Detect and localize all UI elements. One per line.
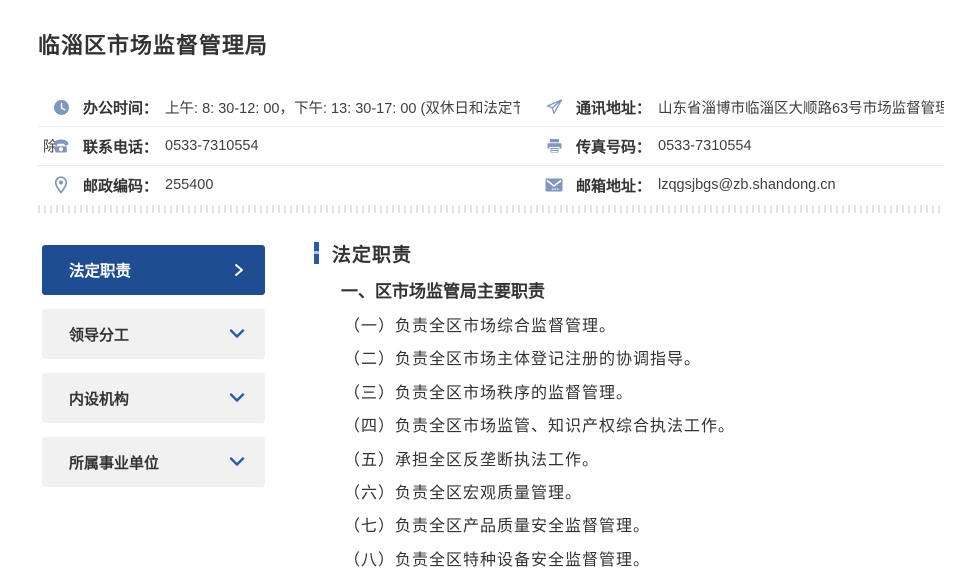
sidebar-item-affiliated-institutions[interactable]: 所属事业单位 <box>42 437 265 487</box>
info-label: 邮政编码： <box>83 175 158 196</box>
info-row-3: 邮政编码： 255400 邮箱地址： lzqgsjbgs@zb.shandong… <box>38 166 944 204</box>
info-mailing-address: 通讯地址： 山东省淄博市临淄区大顺路63号市场监督管理局 <box>520 97 944 118</box>
sidebar-item-leadership-division[interactable]: 领导分工 <box>42 309 265 359</box>
mail-icon <box>545 178 563 192</box>
info-value: 0533-7310554 <box>165 138 259 154</box>
info-fax: 传真号码： 0533-7310554 <box>520 136 944 157</box>
phone-icon <box>52 138 70 154</box>
list-item: （四）负责全区市场监管、知识产权综合执法工作。 <box>344 410 735 443</box>
contact-info-section: 办公时间： 上午: 8: 30-12: 00，下午: 13: 30-17: 00… <box>38 88 944 204</box>
info-value: lzqgsjbgs@zb.shandong.cn <box>658 177 836 193</box>
chevron-down-icon <box>229 329 245 339</box>
info-label: 通讯地址： <box>576 97 651 118</box>
info-value: 上午: 8: 30-12: 00，下午: 13: 30-17: 00 (双休日和… <box>165 97 520 118</box>
sidebar-item-label: 法定职责 <box>69 259 131 281</box>
duty-list: （一）负责全区市场综合监督管理。 （二）负责全区市场主体登记注册的协调指导。 （… <box>344 310 735 577</box>
info-row-2: 除 联系电话： 0533-7310554 传真号码： 0533-7310554 <box>38 127 944 166</box>
content-area: 法定职责 一、区市场监管局主要职责 （一）负责全区市场综合监督管理。 （二）负责… <box>314 240 735 577</box>
list-item: （一）负责全区市场综合监督管理。 <box>344 310 735 343</box>
info-postal-code: 邮政编码： 255400 <box>38 175 520 196</box>
list-item: （二）负责全区市场主体登记注册的协调指导。 <box>344 343 735 376</box>
sidebar-nav: 法定职责 领导分工 内设机构 所属事业单位 <box>42 245 265 501</box>
info-phone: 除 联系电话： 0533-7310554 <box>38 136 520 157</box>
sidebar-item-label: 内设机构 <box>69 388 129 409</box>
list-item: （六）负责全区宏观质量管理。 <box>344 477 735 510</box>
sidebar-item-legal-duties[interactable]: 法定职责 <box>42 245 265 295</box>
list-item: （五）承担全区反垄断执法工作。 <box>344 444 735 477</box>
info-label: 办公时间： <box>83 97 158 118</box>
clock-icon <box>52 99 70 116</box>
info-value: 0533-7310554 <box>658 138 752 154</box>
sidebar-item-label: 领导分工 <box>69 324 129 345</box>
list-item: （七）负责全区产品质量安全监督管理。 <box>344 510 735 543</box>
list-item: （三）负责全区市场秩序的监督管理。 <box>344 377 735 410</box>
send-icon <box>545 99 563 115</box>
info-label: 传真号码： <box>576 136 651 157</box>
sidebar-item-label: 所属事业单位 <box>69 452 159 473</box>
fax-icon <box>545 138 563 154</box>
info-row-1: 办公时间： 上午: 8: 30-12: 00，下午: 13: 30-17: 00… <box>38 88 944 127</box>
heading-marker <box>314 242 319 264</box>
chevron-right-icon <box>233 263 245 277</box>
info-label: 邮箱地址： <box>576 175 651 196</box>
info-value: 山东省淄博市临淄区大顺路63号市场监督管理局 <box>658 97 944 118</box>
hatched-divider <box>38 205 944 213</box>
info-value: 255400 <box>165 177 213 193</box>
info-label: 联系电话： <box>83 136 158 157</box>
page-title: 临淄区市场监督管理局 <box>38 28 268 60</box>
content-heading: 法定职责 <box>332 240 412 267</box>
content-heading-row: 法定职责 <box>314 240 735 266</box>
location-icon <box>52 176 70 194</box>
sidebar-item-internal-departments[interactable]: 内设机构 <box>42 373 265 423</box>
chevron-down-icon <box>229 457 245 467</box>
content-subheading: 一、区市场监管局主要职责 <box>341 277 735 302</box>
chevron-down-icon <box>229 393 245 403</box>
info-email: 邮箱地址： lzqgsjbgs@zb.shandong.cn <box>520 175 944 196</box>
list-item: （八）负责全区特种设备安全监督管理。 <box>344 544 735 577</box>
info-office-hours: 办公时间： 上午: 8: 30-12: 00，下午: 13: 30-17: 00… <box>38 97 520 118</box>
